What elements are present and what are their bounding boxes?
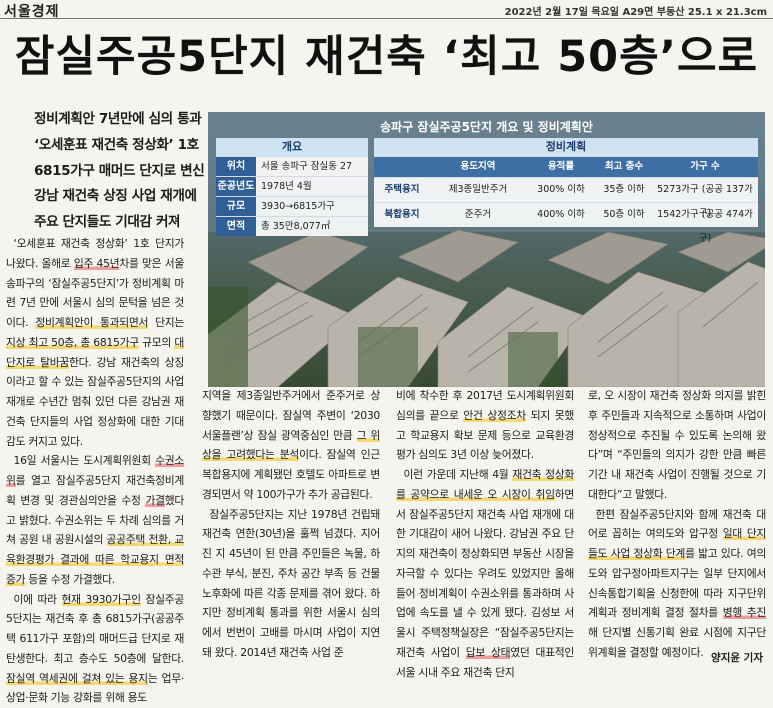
plan-column-header: 최고 층수: [596, 157, 652, 177]
overview-label: 준공년도: [216, 177, 256, 196]
plan-column-header: 용도지역: [430, 157, 526, 177]
overview-value: 1978년 4월: [256, 177, 368, 196]
article-column-1: ‘오세훈표 재건축 정상화’ 1호 단지가 나왔다. 올해로 입주 45년차를 …: [6, 234, 184, 708]
masthead-rule: [0, 18, 773, 19]
plan-row: 주택용지 제3종일반주거 300% 이하 35층 이하 5273가구 (공공 1…: [374, 177, 758, 202]
plan-cell: 제3종일반주거: [430, 178, 526, 202]
body-text: 등을 수정 가결했다.: [25, 573, 115, 586]
dateline: 2022년 2월 17일 목요일 A29면 부동산 25.1 x 21.3cm: [505, 3, 767, 18]
article-paragraph: 비에 착수한 후 2017년 도시계획위원회 심의를 끝으로 안건 상정조차 되…: [396, 386, 574, 465]
subhead-line: 6815가구 매머드 단지로 변신: [34, 159, 204, 185]
article-column-4: 로, 오 시장이 재건축 정상화 의지를 밝힌 후 주민들과 지속적으로 소통하…: [588, 386, 766, 663]
overview-label: 규모: [216, 197, 256, 216]
overview-row: 면적 총 35만8,077㎡: [216, 216, 368, 236]
highlighted-text: 입주 45년: [74, 257, 119, 270]
plan-column-headers: 용도지역 용적률 최고 층수 가구 수: [374, 156, 758, 177]
article-paragraph: 지역을 제3종일반주거에서 준주거로 상향했기 때문이다. 잠실역 주변이 ‘2…: [202, 386, 380, 505]
subhead-line: 강남 재건축 상징 사업 재개에: [34, 184, 204, 210]
body-text: 단지는: [148, 316, 184, 329]
subheads: 정비계획안 7년만에 심의 통과 ‘오세훈표 재건축 정상화’ 1호 6815가…: [34, 107, 204, 236]
highlighted-text: 잠실역 역세권에 걸쳐 있는 용지: [6, 672, 148, 685]
plan-header: 정비계획: [374, 138, 758, 156]
plan-column-header: [374, 157, 430, 177]
overview-value: 총 35만8,077㎡: [256, 217, 368, 236]
article-paragraph: 잠실주공5단지는 지난 1978년 건립돼 재건축 연한(30년)을 훌쩍 넘겼…: [202, 505, 380, 663]
article-paragraph: 이런 가운데 지난해 4월 재건축 정상화를 공약으로 내세운 오 시장이 취임…: [396, 465, 574, 682]
overview-label: 면적: [216, 217, 256, 236]
highlighted-text: 현재 3930가구인: [62, 593, 141, 606]
article-column-2: 지역을 제3종일반주거에서 준주거로 상향했기 때문이다. 잠실역 주변이 ‘2…: [202, 386, 380, 663]
byline: 양지윤 기자: [711, 650, 763, 665]
overview-table: 개요 위치 서울 송파구 잠실동 27 준공년도 1978년 4월 규모 393…: [216, 138, 368, 236]
article-paragraph: 이에 따라 현재 3930가구인 잠실주공5단지는 재건축 후 총 6815가구…: [6, 590, 184, 708]
article-paragraph: 16일 서울시는 도시계획위원회 수권소위를 열고 잠실주공5단지 재건축정비계…: [6, 451, 184, 589]
overview-label: 위치: [216, 157, 256, 176]
plan-cell: 50층 이하: [596, 203, 652, 227]
plan-cell: 준주거: [430, 203, 526, 227]
highlighted-text: 정비계획안이 통과되면서: [35, 316, 148, 329]
apartment-photo: 송파구 잠실주공5단지 개요 및 정비계획안 개요 위치 서울 송파구 잠실동 …: [208, 112, 765, 387]
body-text: 규모의: [139, 336, 175, 349]
highlighted-text: 답보 상태: [466, 646, 511, 659]
body-text: 잠실주공5단지는 지난 1978년 건립돼 재건축 연한(30년)을 훌쩍 넘겼…: [202, 508, 380, 659]
subhead-line: 정비계획안 7년만에 심의 통과: [34, 107, 204, 133]
body-text: 이에 따라: [14, 593, 62, 606]
article-paragraph: 한편 잠실주공5단지와 함께 재건축 대어로 꼽히는 여의도와 압구정 일대 단…: [588, 505, 766, 663]
overview-row: 준공년도 1978년 4월: [216, 176, 368, 196]
body-text: 16일 서울시는 도시계획위원회: [14, 454, 156, 467]
article-paragraph: 로, 오 시장이 재건축 정상화 의지를 밝힌 후 주민들과 지속적으로 소통하…: [588, 386, 766, 505]
plan-cell: 400% 이하: [526, 203, 596, 227]
headline: 잠실주공5단지 재건축 ‘최고 50층’으로: [0, 22, 773, 84]
plan-column-header: 가구 수: [652, 157, 758, 177]
plan-cell: 복합용지: [374, 203, 430, 227]
subhead-line: ‘오세훈표 재건축 정상화’ 1호: [34, 133, 204, 159]
highlighted-text: 병행 추진: [723, 606, 766, 619]
plan-column-header: 용적률: [526, 157, 596, 177]
overview-row: 위치 서울 송파구 잠실동 27: [216, 156, 368, 176]
article-column-3: 비에 착수한 후 2017년 도시계획위원회 심의를 끝으로 안건 상정조차 되…: [396, 386, 574, 682]
overview-row: 규모 3930→6815가구: [216, 196, 368, 216]
overview-value: 3930→6815가구: [256, 197, 368, 216]
infographic-title: 송파구 잠실주공5단지 개요 및 정비계획안: [208, 118, 765, 135]
plan-cell: 35층 이하: [596, 178, 652, 202]
body-text: 이런 가운데 지난해 4월: [404, 468, 513, 481]
overview-header: 개요: [216, 138, 368, 156]
plan-cell: 1542가구 (공공 474가구): [652, 203, 758, 227]
plan-cell: 300% 이하: [526, 178, 596, 202]
body-text: 지역을 제3종일반주거에서 준주거로 상향했기 때문이다. 잠실역 주변이 ‘2…: [202, 389, 380, 442]
body-text: 한다. 강남 재건축의 상징이라고 할 수 있는 잠실주공5단지의 사업 재개로…: [6, 356, 184, 448]
subhead-line: 주요 단지들도 기대감 커져: [34, 210, 204, 236]
overview-value: 서울 송파구 잠실동 27: [256, 157, 368, 176]
plan-row: 복합용지 준주거 400% 이하 50층 이하 1542가구 (공공 474가구…: [374, 202, 758, 227]
plan-cell: 주택용지: [374, 178, 430, 202]
body-text: 하면서 잠실주공5단지 재건축 사업 재개에 대한 기대감이 새어 나왔다. 강…: [396, 488, 574, 659]
highlighted-text: 지상 최고 50층, 총 6815가구: [6, 336, 139, 349]
highlighted-text: 안건 상정조차: [463, 409, 526, 422]
article-paragraph: ‘오세훈표 재건축 정상화’ 1호 단지가 나왔다. 올해로 입주 45년차를 …: [6, 234, 184, 451]
body-text: 로, 오 시장이 재건축 정상화 의지를 밝힌 후 주민들과 지속적으로 소통하…: [588, 389, 766, 501]
highlighted-text: 가결: [145, 494, 164, 507]
plan-table: 정비계획 용도지역 용적률 최고 층수 가구 수 주택용지 제3종일반주거 30…: [374, 138, 758, 227]
plan-cell: 5273가구 (공공 137가구): [652, 178, 758, 202]
